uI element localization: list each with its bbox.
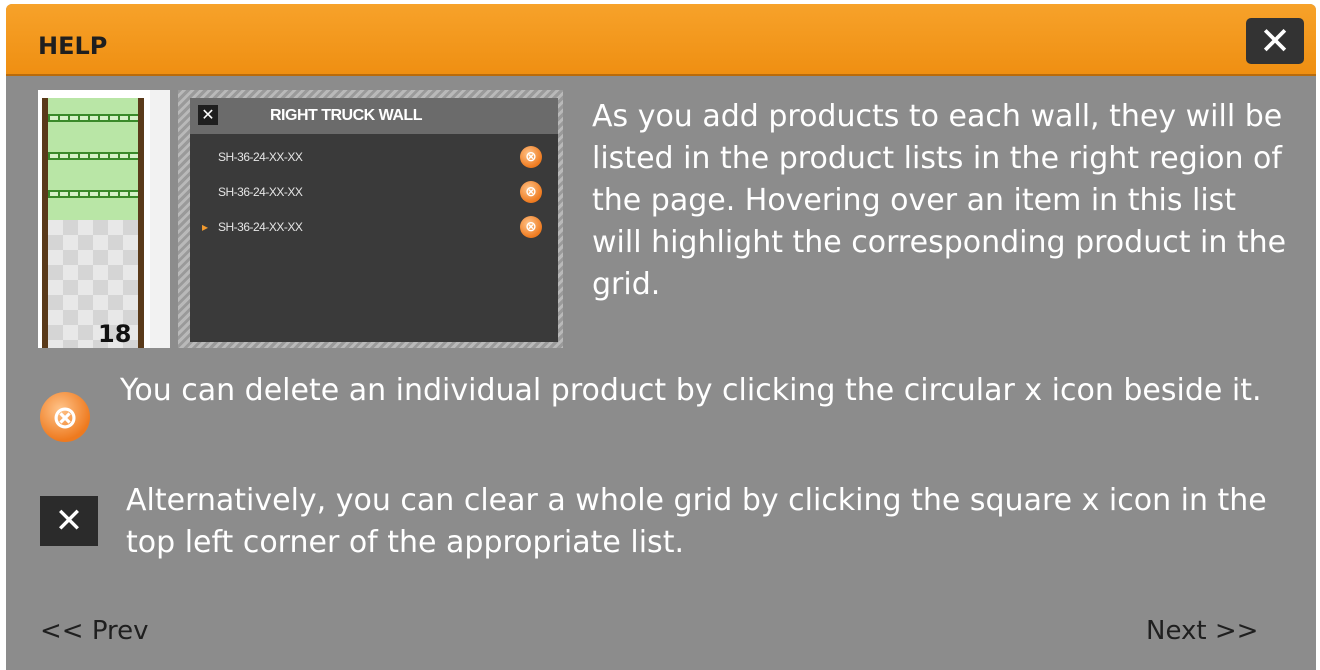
list-item: SH-36-24-XX-XX ⊗ [190,144,558,174]
close-icon[interactable]: ✕ [1246,18,1304,64]
clear-list-icon: ✕ [198,105,218,125]
list-info-text: As you add products to each wall, they w… [592,99,1287,302]
list-body: SH-36-24-XX-XX ⊗ SH-36-24-XX-XX ⊗ ▸ SH-3… [190,134,558,342]
delete-product-icon: ⊗ [520,216,542,238]
clear-info-text: Alternatively, you can clear a whole gri… [126,483,1267,560]
list-header: ✕ RIGHT TRUCK WALL [190,98,558,134]
next-link[interactable]: Next >> [1146,616,1258,646]
delete-product-icon: ⊗ [520,146,542,168]
dialog-title: HELP [38,32,108,60]
delete-info-text: You can delete an individual product by … [120,373,1262,408]
selected-arrow-icon: ▸ [202,220,209,234]
shelf [48,114,138,122]
square-clear-icon: ✕ [40,496,98,546]
dialog-titlebar: HELP ✕ [6,4,1316,76]
prev-link[interactable]: << Prev [40,616,149,646]
product-list-preview: ✕ RIGHT TRUCK WALL SH-36-24-XX-XX ⊗ SH-3… [178,90,563,348]
grid-number: 18 [98,320,132,348]
delete-product-icon: ⊗ [520,181,542,203]
circular-delete-icon: ⊗ [40,392,90,442]
product-code: SH-36-24-XX-XX [218,150,303,164]
list-item: ▸ SH-36-24-XX-XX ⊗ [190,214,558,244]
preview-illustration: 18 ✕ RIGHT TRUCK WALL SH-36-24-XX-XX ⊗ S… [38,90,563,348]
list-item: SH-36-24-XX-XX ⊗ [190,179,558,209]
list-title: RIGHT TRUCK WALL [270,107,422,124]
product-code: SH-36-24-XX-XX [218,185,303,199]
product-code: SH-36-24-XX-XX [218,220,303,234]
shelf [48,152,138,160]
grid-thumbnail: 18 [38,90,170,348]
help-dialog: HELP ✕ 18 ✕ RIGHT TRUCK WALL SH-36-24-XX… [6,4,1316,670]
shelf [48,190,138,198]
